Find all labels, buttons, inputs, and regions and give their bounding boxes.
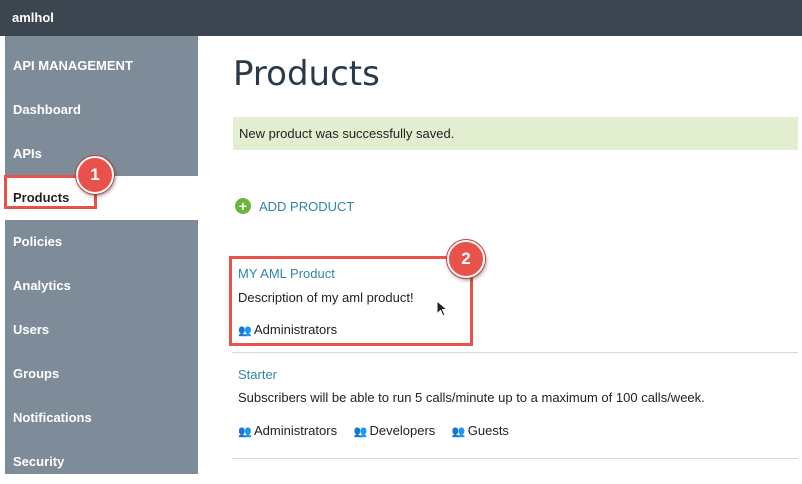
window-titlebar: amlhol xyxy=(0,0,802,36)
users-icon: 👥 xyxy=(353,426,368,438)
sidebar-item-label: Analytics xyxy=(13,278,71,293)
callout-badge-2: 2 xyxy=(447,240,485,278)
group-label: Guests xyxy=(467,423,509,438)
page-title: Products xyxy=(233,54,380,94)
sidebar-item-label: Groups xyxy=(13,366,60,381)
sidebar-header-label: API MANAGEMENT xyxy=(13,58,133,73)
product-groups: 👥 Administrators 👥 Developers 👥 Guests xyxy=(238,422,521,440)
sidebar-item-notifications[interactable]: Notifications xyxy=(5,396,198,440)
sidebar-item-groups[interactable]: Groups xyxy=(5,352,198,396)
sidebar-header: API MANAGEMENT xyxy=(5,44,198,88)
group-tag: 👥 Administrators xyxy=(238,423,337,438)
sidebar-item-label: Security xyxy=(13,454,65,469)
list-divider xyxy=(232,352,798,353)
users-icon: 👥 xyxy=(451,426,466,438)
sidebar: API MANAGEMENT Dashboard APIs Products P… xyxy=(5,36,198,474)
add-product-label: ADD PRODUCT xyxy=(259,199,355,214)
sidebar-item-security[interactable]: Security xyxy=(5,440,198,484)
sidebar-item-dashboard[interactable]: Dashboard xyxy=(5,88,198,132)
product-name-link[interactable]: Starter xyxy=(238,367,277,382)
success-banner: New product was successfully saved. xyxy=(233,117,798,150)
sidebar-item-label: Users xyxy=(13,322,50,337)
group-label: Administrators xyxy=(254,423,338,438)
product-description: Subscribers will be able to run 5 calls/… xyxy=(238,390,705,405)
list-divider xyxy=(232,458,798,459)
group-tag: 👥 Developers xyxy=(354,423,436,438)
sidebar-item-label: Policies xyxy=(13,234,63,249)
callout-badge-1: 1 xyxy=(76,156,114,194)
window-title: amlhol xyxy=(12,10,54,25)
sidebar-item-analytics[interactable]: Analytics xyxy=(5,264,198,308)
sidebar-item-label: Dashboard xyxy=(13,102,81,117)
success-message: New product was successfully saved. xyxy=(239,126,455,141)
mouse-cursor-icon xyxy=(436,300,448,317)
users-icon: 👥 xyxy=(238,426,252,438)
sidebar-item-label: Notifications xyxy=(13,410,92,425)
sidebar-item-policies[interactable]: Policies xyxy=(5,220,198,264)
plus-circle-icon: + xyxy=(235,198,251,214)
sidebar-item-users[interactable]: Users xyxy=(5,308,198,352)
sidebar-item-label: APIs xyxy=(13,146,42,161)
group-tag: 👥 Guests xyxy=(452,423,509,438)
group-label: Developers xyxy=(369,423,436,438)
